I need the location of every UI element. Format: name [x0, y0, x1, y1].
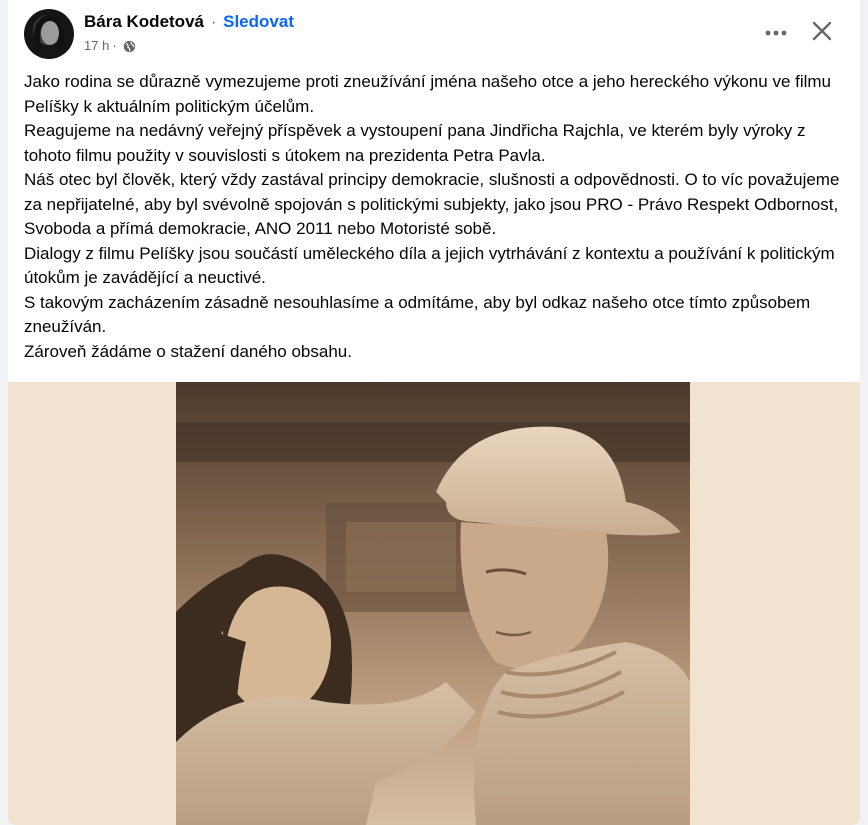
post-paragraph: Náš otec byl člověk, který vždy zastával… — [24, 170, 840, 238]
author-row: Bára Kodetová · Sledovat — [84, 11, 294, 33]
author-name[interactable]: Bára Kodetová — [84, 12, 204, 31]
post-paragraph: Dialogy z filmu Pelíšky jsou součástí um… — [24, 243, 835, 288]
post-text: Jako rodina se důrazně vymezujeme proti … — [24, 70, 844, 364]
post-paragraph: Zároveň žádáme o stažení daného obsahu. — [24, 341, 352, 361]
post-media[interactable] — [8, 382, 860, 825]
close-icon — [812, 21, 832, 41]
post-card: Bára Kodetová · Sledovat 17 h · Jako rod… — [8, 0, 860, 825]
time-separator: · — [112, 38, 117, 53]
post-paragraph: Reagujeme na nedávný veřejný příspěvek a… — [24, 121, 806, 165]
more-options-button[interactable] — [760, 17, 792, 49]
post-time[interactable]: 17 h — [84, 38, 109, 54]
more-options-icon — [765, 30, 787, 36]
close-button[interactable] — [806, 15, 838, 47]
sepia-photo-illustration — [176, 382, 690, 825]
globe-icon[interactable] — [123, 40, 136, 53]
post-header: Bára Kodetová · Sledovat 17 h · — [8, 0, 860, 64]
name-separator: · — [210, 12, 217, 31]
avatar[interactable] — [24, 9, 74, 59]
post-paragraph: Jako rodina se důrazně vymezujeme proti … — [24, 72, 832, 116]
post-paragraph: S takovým zacházením zásadně nesouhlasím… — [24, 292, 811, 337]
avatar-face — [41, 21, 59, 45]
follow-button[interactable]: Sledovat — [223, 12, 294, 31]
post-photo[interactable] — [176, 382, 690, 825]
post-meta: 17 h · — [84, 38, 136, 54]
